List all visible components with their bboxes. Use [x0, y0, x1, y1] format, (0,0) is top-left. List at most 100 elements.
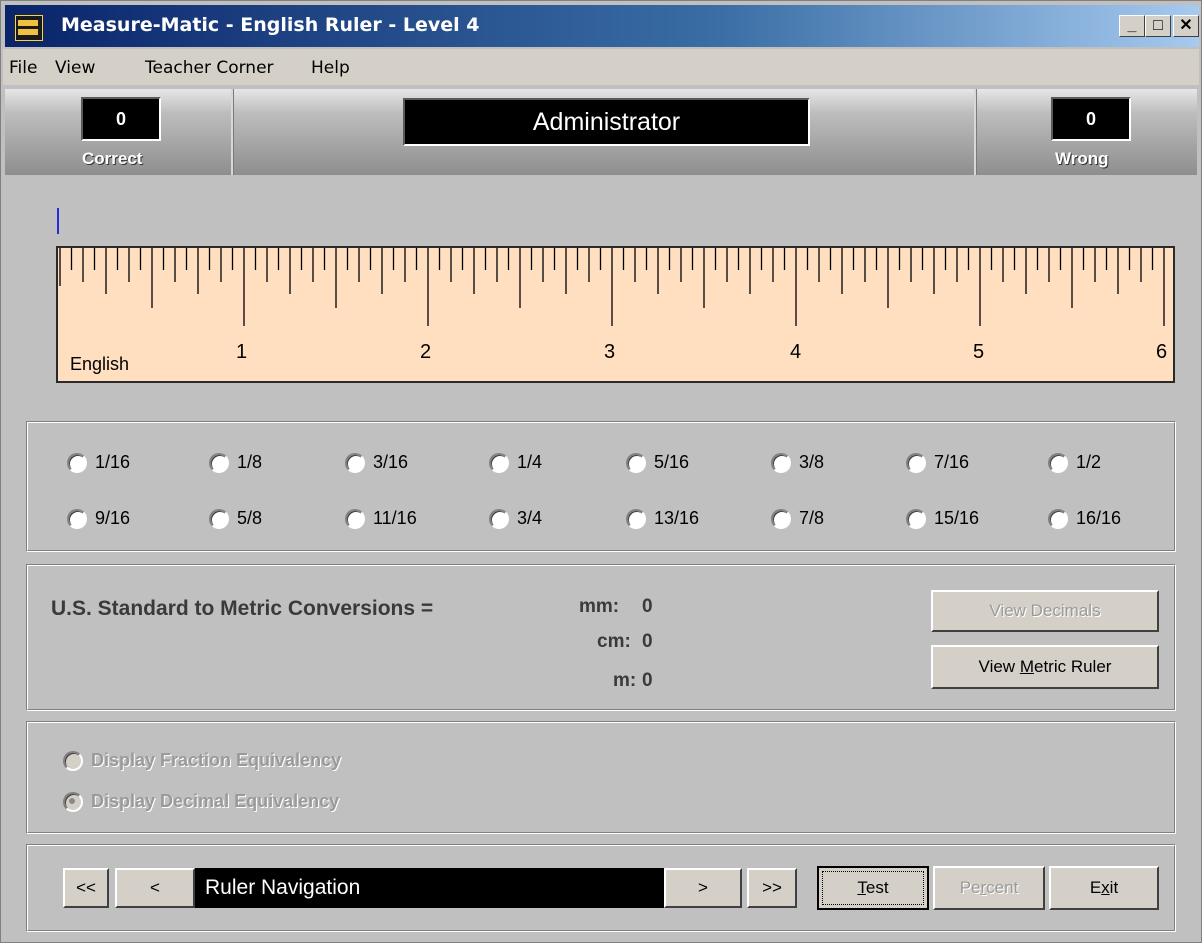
- radio-label: 5/16: [654, 452, 690, 472]
- ruler-unit-label: English: [70, 354, 130, 374]
- menu-help[interactable]: Help: [311, 58, 350, 78]
- exit-button[interactable]: Exit: [1049, 866, 1159, 910]
- radio-label: 5/8: [237, 508, 263, 528]
- radio-circle: [489, 508, 509, 529]
- button-text: cent: [986, 878, 1019, 897]
- radio-label: 16/16: [1076, 508, 1122, 528]
- cm-value: 0: [642, 631, 653, 652]
- button-text: est: [865, 878, 889, 897]
- button-text: etric Ruler: [1033, 657, 1112, 676]
- radio-7-16[interactable]: 7/16: [906, 452, 969, 473]
- title-bar[interactable]: Measure-Matic - English Ruler - Level 4 …: [5, 5, 1199, 47]
- radio-13-16[interactable]: 13/16: [626, 508, 699, 529]
- radio-16-16[interactable]: 16/16: [1048, 508, 1121, 529]
- radio-label: 9/16: [95, 508, 131, 528]
- radio-circle: [1048, 508, 1068, 529]
- last-button[interactable]: >>: [747, 868, 797, 908]
- button-accelerator: x: [1101, 878, 1110, 897]
- radio-circle: [771, 452, 791, 473]
- radio-circle: [67, 508, 87, 529]
- radio-label: Display Fraction Equivalency: [91, 750, 342, 770]
- test-button[interactable]: Test: [817, 866, 929, 910]
- ruler-number-3: 3: [604, 341, 616, 363]
- radio-fraction-equivalency[interactable]: Display Fraction Equivalency: [63, 750, 341, 771]
- ruler-number-2: 2: [420, 341, 432, 363]
- radio-circle: [771, 508, 791, 529]
- ruler-number-5: 5: [973, 341, 985, 363]
- menu-view[interactable]: View: [55, 58, 95, 78]
- radio-1-4[interactable]: 1/4: [489, 452, 542, 473]
- radio-5-16[interactable]: 5/16: [626, 452, 689, 473]
- radio-label: 15/16: [934, 508, 980, 528]
- menu-bar: File View Teacher Corner Help: [3, 49, 1199, 85]
- radio-11-16[interactable]: 11/16: [345, 508, 417, 529]
- menu-file[interactable]: File: [9, 58, 37, 78]
- ruler-navigation-display: Ruler Navigation: [195, 868, 664, 908]
- radio-3-16[interactable]: 3/16: [345, 452, 408, 473]
- next-button[interactable]: >: [664, 868, 742, 908]
- radio-circle: [63, 750, 83, 771]
- user-name-display: Administrator: [403, 98, 810, 146]
- radio-label: 11/16: [373, 508, 417, 528]
- radio-3-8[interactable]: 3/8: [771, 452, 824, 473]
- ruler-number-6: 6: [1156, 341, 1168, 363]
- button-text: View: [978, 657, 1020, 676]
- radio-circle: [489, 452, 509, 473]
- mm-value: 0: [642, 596, 653, 617]
- radio-9-16[interactable]: 9/16: [67, 508, 130, 529]
- radio-circle: [345, 452, 365, 473]
- menu-teacher-corner[interactable]: Teacher Corner: [145, 58, 274, 78]
- ruler-number-4: 4: [790, 341, 802, 363]
- mm-label: mm:: [579, 596, 620, 617]
- header-divider-left: [231, 89, 234, 175]
- radio-circle: [906, 508, 926, 529]
- radio-1-2[interactable]: 1/2: [1048, 452, 1101, 473]
- wrong-label: Wrong: [1055, 149, 1109, 168]
- radio-circle: [1048, 452, 1068, 473]
- radio-label: 1/8: [237, 452, 263, 472]
- first-button[interactable]: <<: [63, 868, 109, 908]
- radio-circle: [67, 452, 87, 473]
- view-metric-ruler-button[interactable]: View Metric Ruler: [931, 645, 1159, 689]
- radio-15-16[interactable]: 15/16: [906, 508, 979, 529]
- correct-label: Correct: [82, 149, 143, 168]
- equivalency-group: [26, 721, 1176, 834]
- header-divider-right: [974, 89, 977, 175]
- button-accelerator: M: [1019, 657, 1034, 676]
- radio-circle: [209, 508, 229, 529]
- minimize-button[interactable]: _: [1119, 15, 1145, 37]
- app-window: Measure-Matic - English Ruler - Level 4 …: [0, 0, 1202, 943]
- button-text: E: [1089, 878, 1102, 897]
- m-value: 0: [642, 670, 653, 691]
- radio-decimal-equivalency[interactable]: Display Decimal Equivalency: [63, 791, 339, 812]
- radio-label: 1/2: [1076, 452, 1102, 472]
- fraction-options-group: [26, 421, 1176, 552]
- radio-7-8[interactable]: 7/8: [771, 508, 824, 529]
- radio-label: 7/16: [934, 452, 970, 472]
- radio-3-4[interactable]: 3/4: [489, 508, 542, 529]
- ruler-number-1: 1: [236, 341, 248, 363]
- english-ruler[interactable]: English 1 2 3 4 5 6: [56, 246, 1175, 383]
- window-title: Measure-Matic - English Ruler - Level 4: [61, 14, 480, 36]
- previous-button[interactable]: <: [115, 868, 195, 908]
- view-decimals-button[interactable]: View Decimals: [931, 590, 1159, 632]
- radio-label: 3/8: [799, 452, 825, 472]
- button-accelerator: T: [857, 878, 866, 897]
- radio-5-8[interactable]: 5/8: [209, 508, 262, 529]
- radio-1-8[interactable]: 1/8: [209, 452, 262, 473]
- close-button[interactable]: ✕: [1173, 15, 1199, 37]
- radio-circle: [626, 508, 646, 529]
- button-text: it: [1109, 878, 1119, 897]
- radio-label: 7/8: [799, 508, 825, 528]
- radio-label: 1/16: [95, 452, 131, 472]
- maximize-button[interactable]: □: [1145, 15, 1171, 37]
- app-icon[interactable]: [15, 15, 43, 41]
- radio-1-16[interactable]: 1/16: [67, 452, 130, 473]
- conversions-title: U.S. Standard to Metric Conversions =: [51, 597, 434, 620]
- m-label: m:: [613, 670, 637, 691]
- radio-label: 3/4: [517, 508, 543, 528]
- radio-label: 13/16: [654, 508, 700, 528]
- ruler-ticks: [59, 248, 1165, 326]
- radio-circle: [209, 452, 229, 473]
- percent-button[interactable]: Percent: [933, 866, 1045, 910]
